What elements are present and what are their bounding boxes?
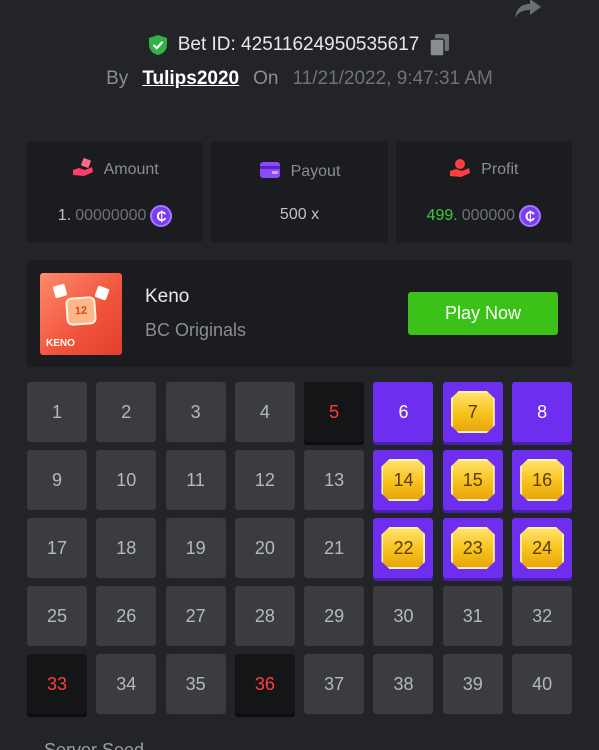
coin-icon: ₵ bbox=[150, 204, 173, 227]
keno-cell-8[interactable]: 8 bbox=[512, 382, 573, 442]
keno-cell-35[interactable]: 35 bbox=[165, 654, 226, 714]
payout-card: Payout 500 x bbox=[211, 142, 388, 242]
amount-value: 1. 00000000 ₵ bbox=[58, 204, 173, 227]
gold-gem-icon: 14 bbox=[381, 459, 426, 501]
profit-label: Profit bbox=[481, 161, 519, 178]
profit-card: Profit 499. 000000 ₵ bbox=[395, 142, 572, 242]
keno-cell-21[interactable]: 21 bbox=[304, 518, 365, 578]
keno-cell-33[interactable]: 33 bbox=[27, 654, 87, 714]
bet-stats: Amount 1. 00000000 ₵ Payout 500 x Profit … bbox=[27, 142, 572, 242]
keno-cell-5[interactable]: 5 bbox=[304, 382, 365, 442]
keno-cell-16[interactable]: 16 bbox=[512, 450, 573, 510]
keno-grid: 1 2 3 4 5 6 7 8 9 10 11 12 13 14 15 16 17 18 19 20 21 22 23 24 2… bbox=[27, 382, 573, 714]
keno-cell-24[interactable]: 24 bbox=[512, 518, 573, 578]
keno-cell-28[interactable]: 28 bbox=[234, 586, 295, 646]
keno-cell-10[interactable]: 10 bbox=[96, 450, 157, 510]
keno-cell-4[interactable]: 4 bbox=[234, 382, 295, 442]
keno-cell-23[interactable]: 23 bbox=[442, 518, 503, 578]
gold-gem-icon: 22 bbox=[381, 527, 426, 569]
by-label: By bbox=[106, 68, 129, 89]
keno-cell-32[interactable]: 32 bbox=[512, 586, 573, 646]
keno-cell-34[interactable]: 34 bbox=[96, 654, 157, 714]
keno-cell-26[interactable]: 26 bbox=[96, 586, 157, 646]
payout-label: Payout bbox=[290, 163, 341, 180]
keno-thumbnail[interactable]: 12 KENO bbox=[40, 273, 122, 355]
thumb-number: 12 bbox=[65, 295, 97, 327]
game-title: Keno bbox=[145, 286, 190, 307]
play-now-button[interactable]: Play Now bbox=[408, 292, 558, 335]
keno-cell-20[interactable]: 20 bbox=[234, 518, 295, 578]
gold-gem-icon: 23 bbox=[450, 527, 495, 569]
keno-cell-19[interactable]: 19 bbox=[165, 518, 226, 578]
amount-label: Amount bbox=[103, 161, 159, 178]
wallet-icon bbox=[259, 161, 281, 184]
keno-cell-7[interactable]: 7 bbox=[442, 382, 503, 442]
keno-cell-9[interactable]: 9 bbox=[27, 450, 87, 510]
bet-meta: By Tulips2020 On 11/21/2022, 9:47:31 AM bbox=[0, 64, 599, 94]
keno-cell-39[interactable]: 39 bbox=[442, 654, 503, 714]
gold-gem-icon: 24 bbox=[520, 527, 565, 569]
coin-icon: ₵ bbox=[519, 204, 542, 227]
gold-gem-icon: 16 bbox=[520, 459, 565, 501]
thumb-label: KENO bbox=[46, 338, 75, 349]
keno-cell-17[interactable]: 17 bbox=[27, 518, 87, 578]
server-seed-label: Server Seed bbox=[44, 740, 145, 750]
keno-cell-6[interactable]: 6 bbox=[373, 382, 434, 442]
keno-cell-27[interactable]: 27 bbox=[165, 586, 226, 646]
bet-datetime: 11/21/2022, 9:47:31 AM bbox=[292, 68, 493, 89]
hand-coins-icon bbox=[72, 157, 94, 183]
gold-gem-icon: 15 bbox=[450, 459, 495, 501]
keno-cell-36[interactable]: 36 bbox=[234, 654, 295, 714]
keno-cell-15[interactable]: 15 bbox=[442, 450, 503, 510]
gold-gem-icon: 7 bbox=[450, 391, 495, 433]
username-link[interactable]: Tulips2020 bbox=[142, 68, 239, 90]
hand-money-icon bbox=[449, 158, 471, 183]
share-icon[interactable] bbox=[510, 0, 546, 22]
game-card: 12 KENO Keno BC Originals Play Now bbox=[27, 260, 572, 367]
payout-value: 500 x bbox=[279, 205, 320, 223]
on-label: On bbox=[253, 68, 279, 89]
game-provider: BC Originals bbox=[145, 320, 247, 340]
keno-cell-25[interactable]: 25 bbox=[27, 586, 87, 646]
keno-cell-30[interactable]: 30 bbox=[373, 586, 434, 646]
keno-cell-18[interactable]: 18 bbox=[96, 518, 157, 578]
bet-id: Bet ID: 42511624950535617 bbox=[177, 34, 420, 55]
keno-cell-29[interactable]: 29 bbox=[304, 586, 365, 646]
keno-cell-31[interactable]: 31 bbox=[442, 586, 503, 646]
keno-cell-13[interactable]: 13 bbox=[304, 450, 365, 510]
keno-cell-1[interactable]: 1 bbox=[27, 382, 87, 442]
keno-cell-11[interactable]: 11 bbox=[165, 450, 226, 510]
keno-cell-2[interactable]: 2 bbox=[96, 382, 157, 442]
amount-card: Amount 1. 00000000 ₵ bbox=[27, 142, 204, 242]
keno-cell-40[interactable]: 40 bbox=[512, 654, 573, 714]
keno-cell-12[interactable]: 12 bbox=[234, 450, 295, 510]
keno-cell-38[interactable]: 38 bbox=[373, 654, 434, 714]
shield-check-icon bbox=[148, 34, 168, 56]
profit-value: 499. 000000 ₵ bbox=[427, 204, 542, 227]
keno-cell-3[interactable]: 3 bbox=[165, 382, 226, 442]
keno-cell-14[interactable]: 14 bbox=[373, 450, 434, 510]
keno-cell-37[interactable]: 37 bbox=[304, 654, 365, 714]
bet-header: Bet ID: 42511624950535617 bbox=[0, 30, 599, 60]
keno-cell-22[interactable]: 22 bbox=[373, 518, 434, 578]
copy-icon[interactable] bbox=[429, 33, 451, 57]
